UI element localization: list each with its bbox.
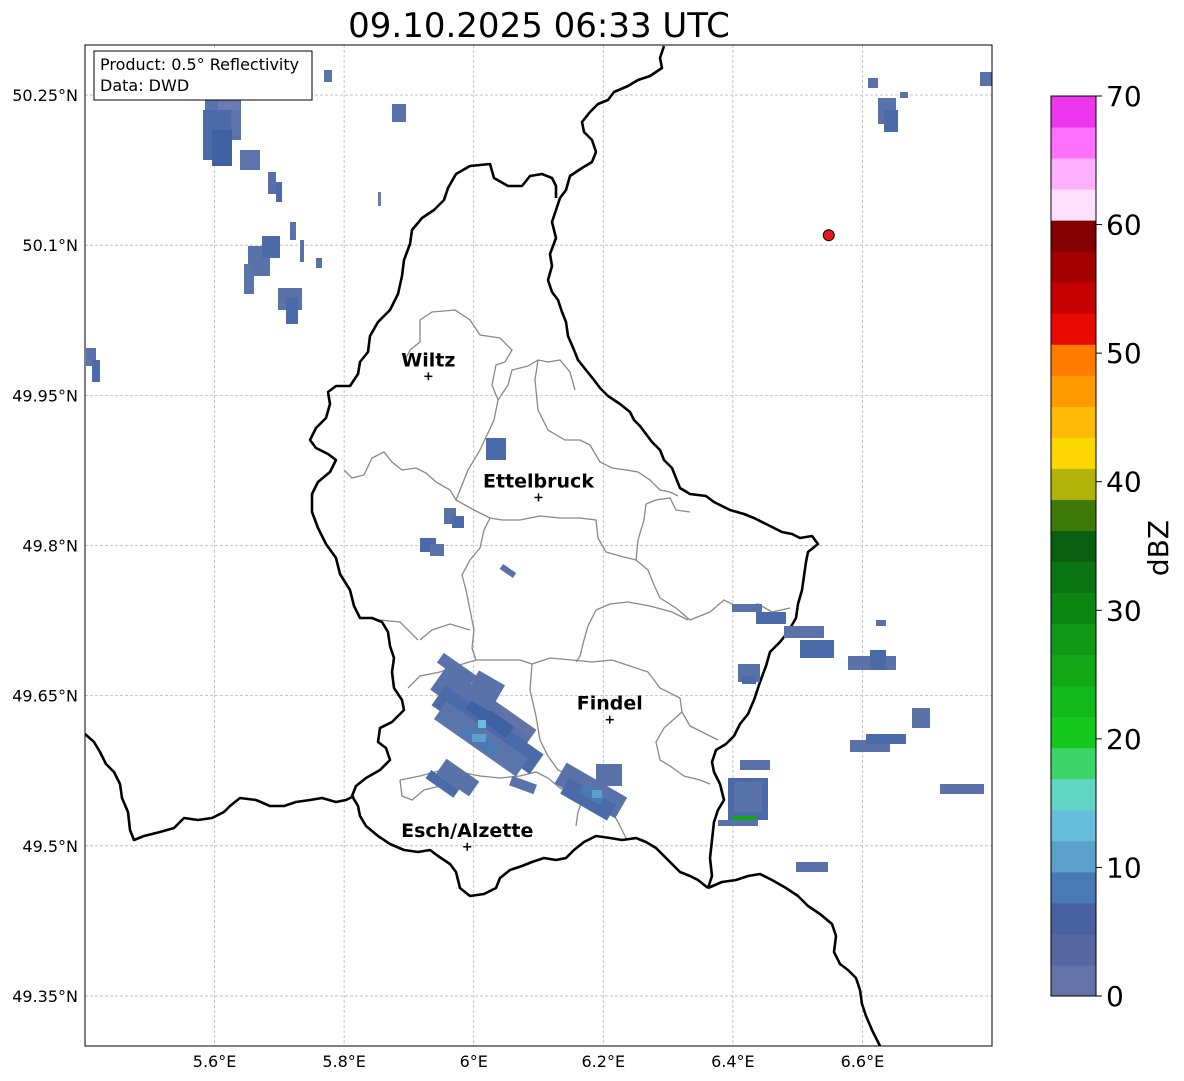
city-label: Ettelbruck [483,470,594,492]
colorbar-cell [1051,778,1096,811]
lon-tick-label: 5.6°E [193,1052,237,1071]
colorbar-cell [1051,313,1096,345]
lon-tick-label: 6.6°E [841,1052,885,1071]
colorbar-cell [1051,561,1096,594]
city-label: Esch/Alzette [401,820,533,842]
colorbar-cell [1051,623,1096,656]
info-product: Product: 0.5° Reflectivity [100,55,299,74]
lat-tick-label: 49.65°N [12,687,78,706]
radar-map-figure: 09.10.2025 06:33 UTC WiltzEttelbruckFind… [12,6,1175,1071]
lat-tick-label: 49.95°N [12,386,78,405]
colorbar-cell [1051,902,1096,935]
radar-site-marker[interactable] [822,229,835,242]
colorbar-tick-label: 70 [1106,80,1142,113]
colorbar-cell [1051,685,1096,718]
lon-tick-label: 6.4°E [711,1052,755,1071]
lat-tick-label: 49.5°N [22,837,78,856]
colorbar-cells [1051,96,1096,997]
longitude-tick-labels: 5.6°E 5.8°E 6°E 6.2°E 6.4°E 6.6°E [193,1052,884,1071]
colorbar-label: dBZ [1142,520,1175,576]
colorbar-cell [1051,437,1096,469]
colorbar-cell [1051,344,1096,376]
colorbar-cell [1051,592,1096,625]
colorbar-tick-label: 0 [1106,980,1124,1013]
lat-tick-label: 49.8°N [22,537,78,556]
colorbar: 0 10 20 30 40 50 60 70 dBZ [1050,80,1175,1013]
lat-tick-label: 50.25°N [12,86,78,105]
colorbar-cell [1051,747,1096,780]
colorbar-cell [1051,530,1096,563]
colorbar-cell [1051,251,1096,283]
colorbar-cell [1051,282,1096,314]
colorbar-tick-label: 10 [1106,851,1142,884]
info-data-source: Data: DWD [100,76,189,95]
colorbar-cell [1051,840,1096,873]
colorbar-tick-label: 60 [1106,209,1142,242]
map-panel[interactable]: Wiltz Ettelbruck Findel Esch/Alzette Produc… [84,44,993,1047]
lon-tick-label: 6.2°E [582,1052,626,1071]
colorbar-cell [1051,375,1096,407]
colorbar-tick-label: 50 [1106,337,1142,370]
colorbar-cell [1051,96,1096,128]
colorbar-cell [1051,406,1096,438]
info-box: Product: 0.5° Reflectivity Data: DWD [93,50,313,101]
colorbar-cell [1051,809,1096,842]
colorbar-cell [1051,716,1096,749]
colorbar-cell [1051,158,1096,190]
colorbar-tick-label: 20 [1106,723,1142,756]
colorbar-tick-label: 30 [1106,594,1142,627]
colorbar-cell [1051,127,1096,159]
lat-tick-label: 49.35°N [12,987,78,1006]
colorbar-cell [1051,468,1096,500]
lat-tick-label: 50.1°N [22,236,78,255]
colorbar-cell [1051,871,1096,904]
colorbar-cell [1051,964,1096,997]
colorbar-cell [1051,933,1096,966]
lon-tick-label: 5.8°E [322,1052,366,1071]
colorbar-cell [1051,189,1096,221]
colorbar-cell [1051,654,1096,687]
latitude-tick-labels: 50.25°N 50.1°N 49.95°N 49.8°N 49.65°N 49.5°N 4… [12,86,78,1006]
map-title: 09.10.2025 06:33 UTC [348,6,730,46]
city-label: Findel [577,693,643,715]
lon-tick-label: 6°E [460,1052,488,1071]
colorbar-ticks: 0 10 20 30 40 50 60 70 [1096,80,1142,1013]
colorbar-tick-label: 40 [1106,466,1142,499]
city-label: Wiltz [401,349,455,371]
colorbar-cell [1051,499,1096,531]
colorbar-cell [1051,220,1096,252]
